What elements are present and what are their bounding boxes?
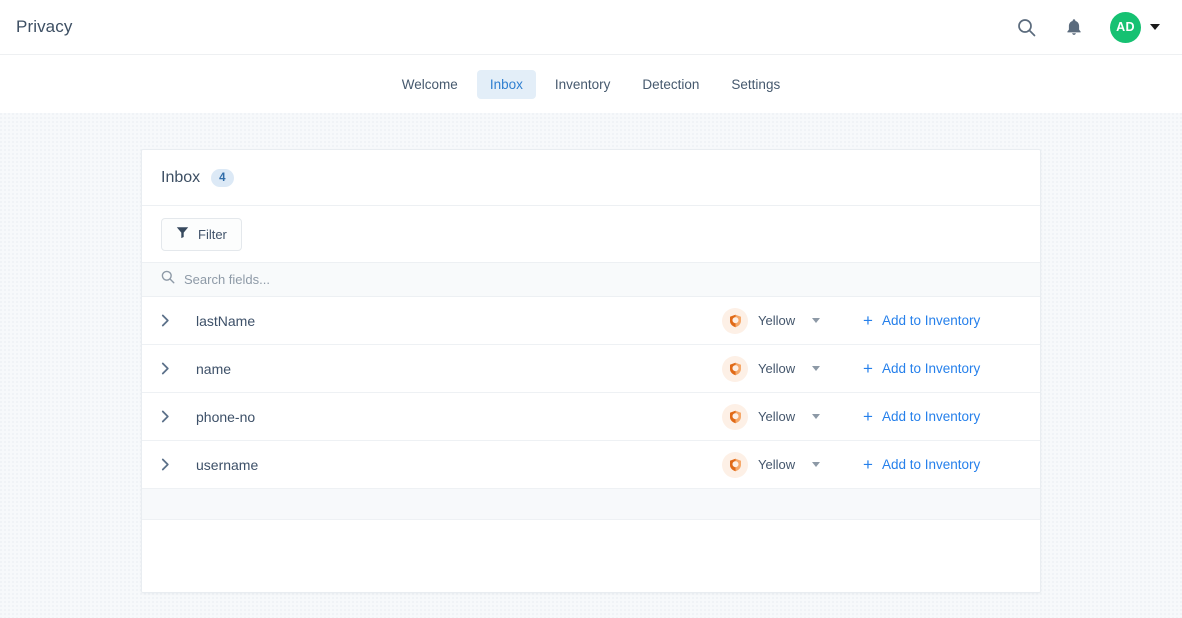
add-to-inventory-label: Add to Inventory [882, 457, 980, 472]
add-to-inventory-label: Add to Inventory [882, 409, 980, 424]
table-row[interactable]: lastName Yellow + Add [142, 297, 1040, 345]
filter-button-label: Filter [198, 227, 227, 242]
table-row[interactable]: name Yellow + Add to [142, 345, 1040, 393]
severity-dropdown[interactable]: Yellow [758, 409, 863, 424]
search-bar [142, 263, 1040, 297]
status-badge: 4 [211, 169, 233, 187]
search-input[interactable] [184, 272, 484, 287]
field-name: username [188, 457, 712, 473]
inbox-card: Inbox 4 Filter [141, 149, 1041, 593]
top-bar: Privacy AD [0, 0, 1182, 55]
topbar-actions: AD [1014, 12, 1160, 43]
page-body: Inbox 4 Filter [0, 113, 1182, 618]
bell-icon[interactable] [1062, 15, 1086, 39]
chevron-down-icon [812, 414, 820, 419]
chevron-down-icon [1150, 24, 1160, 30]
table-row[interactable]: username Yellow + Add [142, 441, 1040, 489]
main-nav: Welcome Inbox Inventory Detection Settin… [0, 55, 1182, 113]
shield-icon [712, 404, 758, 430]
severity-dropdown[interactable]: Yellow [758, 457, 863, 472]
card-title: Inbox [161, 169, 200, 187]
card-toolbar: Filter [142, 206, 1040, 263]
chevron-down-icon [812, 462, 820, 467]
plus-icon: + [863, 314, 873, 328]
tab-inventory[interactable]: Inventory [542, 70, 624, 99]
severity-label: Yellow [758, 457, 795, 472]
add-to-inventory-label: Add to Inventory [882, 361, 980, 376]
card-bottom-area [142, 520, 1040, 592]
severity-label: Yellow [758, 409, 795, 424]
severity-label: Yellow [758, 361, 795, 376]
tab-inbox[interactable]: Inbox [477, 70, 536, 99]
plus-icon: + [863, 362, 873, 376]
user-menu[interactable]: AD [1110, 12, 1160, 43]
tab-detection[interactable]: Detection [629, 70, 712, 99]
tab-welcome[interactable]: Welcome [389, 70, 471, 99]
funnel-icon [176, 226, 189, 242]
tab-settings[interactable]: Settings [718, 70, 793, 99]
plus-icon: + [863, 410, 873, 424]
add-to-inventory-button[interactable]: + Add to Inventory [863, 313, 1021, 328]
field-name: lastName [188, 313, 712, 329]
add-to-inventory-button[interactable]: + Add to Inventory [863, 409, 1021, 424]
field-name: phone-no [188, 409, 712, 425]
chevron-down-icon [812, 366, 820, 371]
card-header: Inbox 4 [142, 150, 1040, 206]
table-row[interactable]: phone-no Yellow + Add [142, 393, 1040, 441]
chevron-right-icon[interactable] [142, 314, 188, 327]
shield-icon [712, 308, 758, 334]
severity-label: Yellow [758, 313, 795, 328]
search-icon [161, 270, 175, 289]
search-icon[interactable] [1014, 15, 1038, 39]
chevron-right-icon[interactable] [142, 410, 188, 423]
avatar: AD [1110, 12, 1141, 43]
add-to-inventory-button[interactable]: + Add to Inventory [863, 457, 1021, 472]
chevron-right-icon[interactable] [142, 458, 188, 471]
fields-table: lastName Yellow + Add [142, 297, 1040, 489]
filter-button[interactable]: Filter [161, 218, 242, 251]
add-to-inventory-button[interactable]: + Add to Inventory [863, 361, 1021, 376]
field-name: name [188, 361, 712, 377]
table-footer [142, 489, 1040, 520]
plus-icon: + [863, 458, 873, 472]
severity-dropdown[interactable]: Yellow [758, 361, 863, 376]
shield-icon [712, 356, 758, 382]
chevron-right-icon[interactable] [142, 362, 188, 375]
page-title: Privacy [16, 17, 72, 37]
severity-dropdown[interactable]: Yellow [758, 313, 863, 328]
shield-icon [712, 452, 758, 478]
add-to-inventory-label: Add to Inventory [882, 313, 980, 328]
chevron-down-icon [812, 318, 820, 323]
